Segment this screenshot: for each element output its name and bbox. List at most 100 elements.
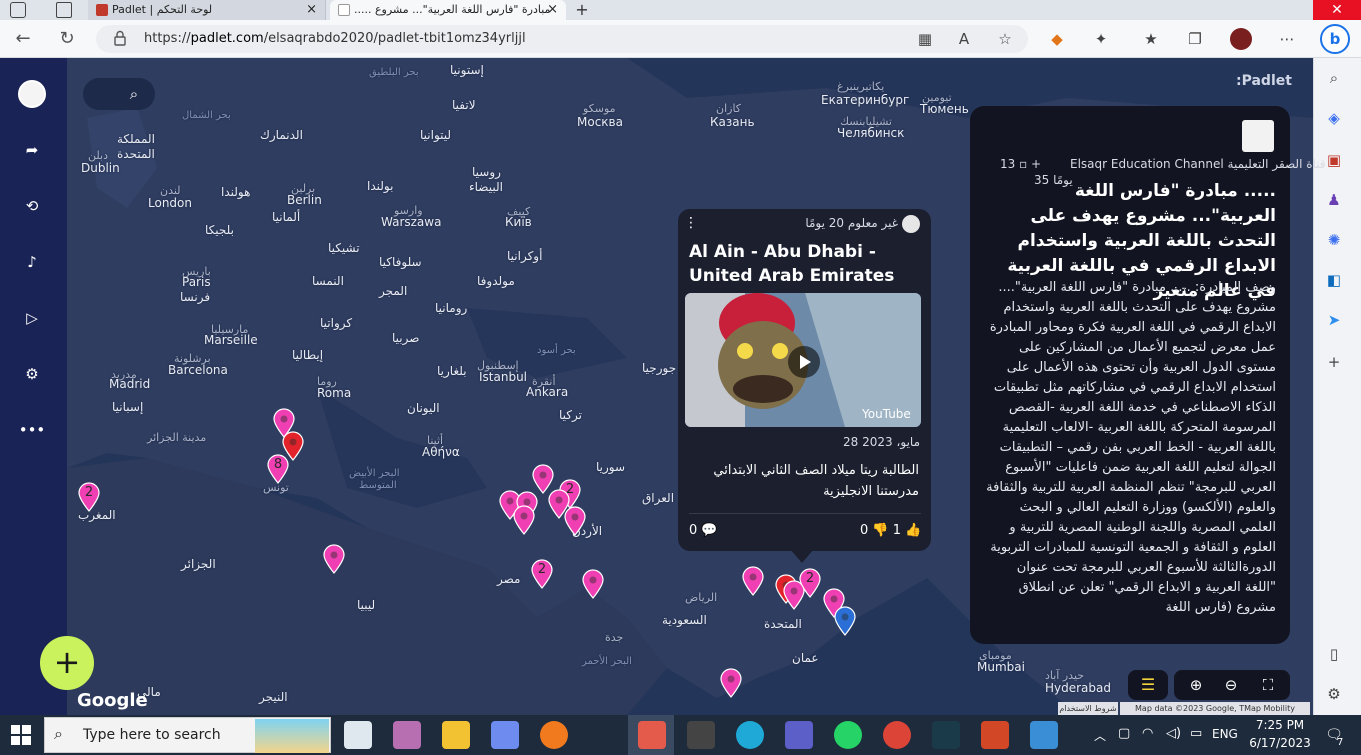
back-button[interactable]: ← [11,27,35,51]
map-place-label: London [148,196,192,210]
play-icon[interactable] [788,346,820,378]
battery-icon[interactable]: ▭ [1190,726,1202,741]
close-tab-icon[interactable]: × [306,0,317,20]
workspaces-icon[interactable] [10,2,26,18]
settings-gear-icon[interactable]: ⚙ [1322,682,1346,706]
more-options-icon[interactable]: ••• [18,416,46,444]
extensions-icon[interactable]: ✦ [1090,28,1112,50]
taskbar-app-powerpoint[interactable] [981,721,1009,749]
tray-chevron-icon[interactable]: ︿ [1094,727,1106,744]
collections-icon[interactable]: ❐ [1184,28,1206,50]
favorite-star-icon[interactable]: ☆ [994,28,1016,50]
taskbar-app-teams[interactable] [785,721,813,749]
map-place-label: صربيا [392,331,420,345]
taskbar-app-photos[interactable] [393,721,421,749]
post-menu-icon[interactable]: ⋮ [684,214,698,232]
tab-padlet-current[interactable]: ×..... مبادرة "فارس اللغة العربية"... مش… [330,0,566,20]
grid-apps-icon[interactable]: ▦ [914,28,936,50]
tray-device-icon[interactable]: ▢ [1118,726,1130,741]
zoom-in-button[interactable]: ⊕ [1181,670,1211,700]
add-post-button[interactable]: + [40,636,94,690]
taskbar-app-firefox[interactable] [540,721,568,749]
taskbar-app-edge[interactable] [736,721,764,749]
taskbar-app-explorer[interactable] [442,721,470,749]
padlet-description: وصف المبادرة: ..... مبادرة "فارس اللغة ا… [986,280,1276,615]
padlet-avatar[interactable] [18,80,46,108]
map-pin[interactable]: 2 [78,482,100,512]
sidebar-toggle-icon[interactable]: ▯ [1322,642,1346,666]
map-place-label: بحر الشمال [182,110,231,121]
language-indicator[interactable]: ENG [1212,727,1238,741]
zoom-out-button[interactable]: ⊖ [1216,670,1246,700]
map-pin[interactable] [564,506,586,536]
taskbar-app-vs[interactable] [491,721,519,749]
remake-icon[interactable]: ⟲ [18,192,46,220]
map-pin[interactable] [582,569,604,599]
tab-padlet-dashboard[interactable]: × Padlet | لوحة التحكم [88,0,326,20]
windows-start-icon[interactable] [10,724,32,746]
map-pin[interactable]: 8 [267,454,289,484]
bell-icon[interactable]: ♪ [18,248,46,276]
profile-avatar[interactable] [1230,28,1252,50]
map-place-label: ألمانيا [272,210,301,224]
list-view-button[interactable]: ☰ [1128,670,1168,700]
post-body: الطالبة ريتا ميلاد الصف الثاني الابتدائي… [713,463,919,499]
outlook-icon[interactable]: ◧ [1322,268,1346,292]
taskbar-app-camtasia[interactable] [932,721,960,749]
close-window-button[interactable]: ✕ [1313,0,1361,20]
new-tab-button[interactable]: + [572,0,592,20]
taskbar-search-placeholder: Type here to search [83,727,221,743]
map-place-label: Dublin [81,161,120,175]
volume-icon[interactable]: ◁) [1166,726,1181,741]
map-pin[interactable] [323,544,345,574]
map-pin[interactable] [742,566,764,596]
thumbs-up-icon[interactable]: 👍 [905,523,921,538]
reload-button[interactable]: ↻ [55,27,79,51]
map-place-label: البحر الأحمر [582,656,632,667]
tab-actions-icon[interactable] [56,2,72,18]
clock-time[interactable]: 7:25 PM [1252,718,1308,732]
comment-button[interactable]: 0 💬 [689,523,718,538]
taskbar-app-whatsapp[interactable] [834,721,862,749]
more-menu-icon[interactable]: ⋯ [1276,28,1298,50]
clock-date[interactable]: 6/17/2023 [1248,736,1312,750]
reactions[interactable]: 0 👎 1 👍 [860,523,921,538]
thumbs-down-icon[interactable]: 👎 [872,523,888,538]
add-sidebar-icon[interactable]: + [1322,350,1346,374]
settings-icon[interactable]: ⚙ [18,360,46,388]
shopping-tag-icon[interactable]: ◈ [1322,106,1346,130]
games-icon[interactable]: ♟ [1322,188,1346,212]
search-icon[interactable]: ⌕ [1322,66,1346,90]
map-pin[interactable]: 2 [531,559,553,589]
taskbar-app-media[interactable] [687,721,715,749]
pin-cluster-count: 8 [273,457,283,472]
map-pin[interactable] [513,505,535,535]
taskbar-app-chrome[interactable] [883,721,911,749]
read-aloud-icon[interactable]: A [953,28,975,50]
taskbar-app-active-icon [638,721,666,749]
comment-bubble-icon: 💬 [701,523,718,538]
map-place-label: إيطاليا [292,348,324,362]
taskbar-app-tablet[interactable] [344,721,372,749]
map-search-pill[interactable] [83,78,155,110]
map-place-label: Marseille [204,333,258,347]
panel-stats: 13 ▫ + [1000,157,1042,171]
microsoft365-icon[interactable]: ✺ [1322,228,1346,252]
map-pin[interactable] [834,606,856,636]
metamask-icon[interactable]: ◆ [1046,28,1068,50]
favorites-icon[interactable]: ★ [1140,28,1162,50]
map-place-label: لاتفيا [452,98,476,112]
map-pin[interactable]: 2 [799,568,821,598]
bing-chat-icon[interactable]: b [1320,24,1350,54]
send-icon[interactable]: ➤ [1322,308,1346,332]
map-pin[interactable] [720,668,742,698]
fullscreen-button[interactable]: ⛶ [1253,670,1283,700]
share-icon[interactable]: ➦ [18,136,46,164]
map-terms-link[interactable]: شروط الاستخدام [1058,702,1118,715]
map-place-label: Istanbul [479,370,528,384]
taskbar-app-photos2[interactable] [1030,721,1058,749]
wifi-icon[interactable]: ◠ [1142,726,1153,741]
slideshow-play-icon[interactable]: ▷ [18,304,46,332]
search-icon[interactable]: ⌕ [124,84,144,104]
map-place-label: إستونيا [450,63,484,77]
